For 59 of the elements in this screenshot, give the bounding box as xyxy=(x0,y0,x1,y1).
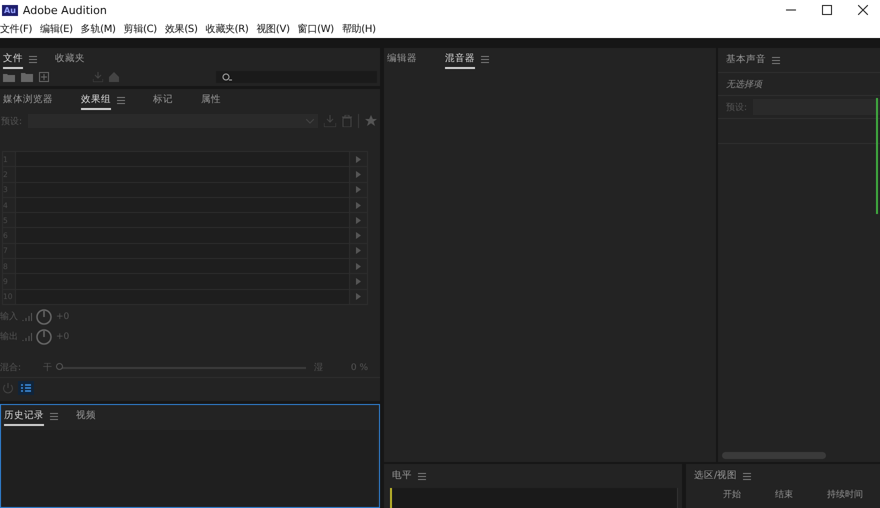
menu-item[interactable]: 编辑(E) xyxy=(40,22,73,36)
app-logo: Au xyxy=(2,4,18,16)
menu-item[interactable]: 窗口(W) xyxy=(298,22,334,36)
folder-icon[interactable] xyxy=(3,72,15,82)
empty-selection-text: 无选择项 xyxy=(726,78,762,90)
panel-tab[interactable]: 编辑器 xyxy=(387,50,417,68)
menu-item[interactable]: 收藏夹(R) xyxy=(206,22,249,36)
menu-icon[interactable] xyxy=(117,96,125,104)
menu-item[interactable]: 多轨(M) xyxy=(80,22,116,36)
menu-item[interactable]: 视图(V) xyxy=(256,22,290,36)
import-icon[interactable] xyxy=(93,72,103,82)
preset-field[interactable] xyxy=(753,99,880,115)
play-arrow-icon[interactable] xyxy=(356,186,361,194)
play-arrow-icon[interactable] xyxy=(356,262,361,270)
panel-tab[interactable]: 属性 xyxy=(201,90,221,110)
menu-item[interactable]: 效果(S) xyxy=(164,22,198,36)
menu-item[interactable]: 剪辑(C) xyxy=(124,22,157,36)
folder-icon[interactable] xyxy=(21,72,33,82)
window-title: Adobe Audition xyxy=(22,4,107,16)
list-icon xyxy=(21,384,31,392)
menu-item[interactable]: 帮助(H) xyxy=(342,22,376,36)
knob-icon[interactable] xyxy=(36,328,52,345)
panel-title: 电平 xyxy=(392,468,412,482)
panel-tab[interactable]: 标记 xyxy=(153,90,173,110)
menu-icon[interactable] xyxy=(50,412,58,420)
menu-icon[interactable] xyxy=(29,56,37,62)
panel-tab[interactable]: 效果组 xyxy=(81,90,111,110)
panel-tab[interactable]: 文件 xyxy=(3,50,23,68)
power-icon[interactable] xyxy=(2,382,14,394)
add-file-icon[interactable] xyxy=(39,72,49,82)
signal-bars-icon xyxy=(22,312,32,321)
mix-slider-thumb[interactable] xyxy=(56,362,64,370)
menu-icon[interactable] xyxy=(481,56,489,62)
search-icon xyxy=(222,73,232,81)
menu-icon[interactable] xyxy=(743,472,752,480)
menu-icon[interactable] xyxy=(772,56,780,64)
list-view-button[interactable] xyxy=(18,380,34,395)
panel-tab[interactable]: 媒体浏览器 xyxy=(3,90,53,110)
panel-tab[interactable]: 历史记录 xyxy=(4,406,44,426)
panel-title: 选区/视图 xyxy=(694,468,738,482)
home-icon[interactable] xyxy=(109,72,119,82)
column-header: 结束 xyxy=(775,488,793,501)
chevron-icon xyxy=(306,118,314,124)
maximize-icon[interactable] xyxy=(822,5,832,15)
search-field[interactable] xyxy=(216,71,377,83)
close-icon[interactable] xyxy=(858,5,868,15)
download-icon[interactable] xyxy=(324,115,336,127)
star-icon[interactable] xyxy=(365,115,377,127)
menu-item[interactable]: 文件(F) xyxy=(0,22,32,36)
column-header: 开始 xyxy=(723,489,741,501)
menu-icon[interactable] xyxy=(418,472,426,480)
column-header: 持续时间 xyxy=(827,488,863,501)
panel-tab[interactable]: 收藏夹 xyxy=(55,50,85,68)
knob-icon[interactable] xyxy=(36,308,52,325)
panel-tab[interactable]: 视频 xyxy=(76,406,96,426)
signal-bars-icon xyxy=(22,332,32,341)
panel-title: 基本声音 xyxy=(726,52,766,66)
trash-icon[interactable] xyxy=(342,115,352,127)
panel-tab[interactable]: 混音器 xyxy=(445,50,475,68)
